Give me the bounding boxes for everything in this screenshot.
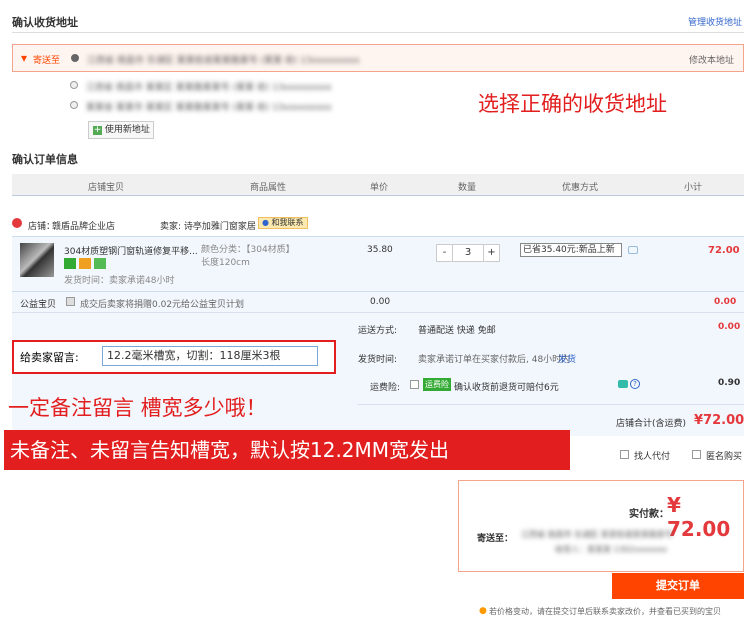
payment-send-to-label: 寄送至： [477,534,514,544]
address-hint: 选择正确的收货地址 [478,92,667,116]
note-hint: 一定备注留言 槽宽多少哦！ [8,396,267,420]
payment-receiver: 收货人：某某某 1302xxxxxxx [555,545,668,554]
address-radio-3[interactable] [70,101,78,109]
insurance-icon [94,258,107,269]
price-notice: 若价格变动，请在提交订单后联系卖家改价，并查看已买到的宝贝 [489,607,721,616]
address-section-title: 确认收货地址 [12,16,78,29]
price-notice-icon: ● [479,606,487,616]
unit-price: 35.80 [367,245,393,255]
charity-row: 公益宝贝 成交后卖家将捐赠0.02元给公益宝贝计划 0.00 0.00 [12,292,744,312]
insurance-checkbox[interactable] [410,380,419,389]
seller-label: 卖家: 诗亭加雅门窗家居 [160,222,256,232]
quantity-input[interactable]: 3 [453,245,483,261]
shop-label: 店铺： [28,222,56,232]
shipping-cost: 0.00 [718,322,741,332]
shop-bar: 店铺： 赣盾品牌企业店 卖家: 诗亭加雅门窗家居 ● 和我联系 [12,212,744,234]
col-subtotal: 小计 [684,183,703,193]
chat-icon: ● [262,218,269,227]
manage-address-link[interactable]: 管理收货地址 [688,15,742,28]
plus-icon: + [93,125,102,135]
insurance-badge: 运费险 [423,378,451,391]
address-radio-2[interactable] [70,81,78,89]
shop-total-value: ¥72.00 [694,413,745,428]
seven-day-return-icon [64,258,76,269]
discount-select[interactable]: 已省35.40元:新品上新 [520,243,622,257]
selected-address-row[interactable]: ▾ 寄送至 江西省 南昌市 东湖区 某某街道某某路某号 (某某 收) 13xxx… [12,44,744,72]
insurance-help-icon[interactable]: ? [630,379,640,389]
contact-seller-label: 和我联系 [271,218,304,227]
delivery-label: 发货时间: [358,355,398,365]
shop-total-divider [358,404,744,405]
product-thumbnail[interactable] [20,243,54,277]
warning-banner: 未备注、未留言告知槽宽，默认按12.2MM宽发出 [4,430,570,470]
anonymous-label: 匿名购买 [706,452,743,462]
insurance-label: 运费险: [370,383,401,393]
address-radio-1[interactable] [71,54,79,62]
item-subtotal: 72.00 [708,245,740,256]
quantity-stepper[interactable]: - 3 + [436,244,500,262]
card-pay-icon [79,258,92,269]
proxy-pay-label: 找人代付 [634,452,671,462]
order-item-row: 304材质塑钢门窗轨道修复平移... 发货时间：卖家承诺48小时 颜色分类：【3… [12,236,744,292]
proxy-pay-checkbox[interactable] [620,450,629,459]
col-quantity: 数量 [458,183,477,193]
col-shop-item: 店铺宝贝 [88,183,125,193]
insurance-chat-icon[interactable] [618,380,628,388]
discount-chat-icon[interactable] [628,246,638,254]
shipping-value: 普通配送 快递 免邮 [418,326,496,336]
delivery-link[interactable]: 发货 [558,352,576,365]
col-discount: 优惠方式 [562,183,599,193]
actual-pay-amount: ¥ 72.00 [667,493,731,541]
product-attributes: 颜色分类：【304材质】长度120cm [201,245,295,268]
use-new-address-button[interactable]: + 使用新地址 [88,121,154,139]
discount-select-value: 已省35.40元:新品上新 [523,245,615,255]
actual-pay-label: 实付款： [629,509,669,520]
ship-time: 发货时间：卖家承诺48小时 [64,276,175,286]
anonymous-checkbox[interactable] [692,450,701,459]
use-new-address-label: 使用新地址 [104,125,150,135]
insurance-text: 确认收货前退货可赔付6元 [454,383,559,393]
charity-checkbox[interactable] [66,297,75,306]
submit-order-button[interactable]: 提交订单 [612,573,744,599]
charity-price: 0.00 [370,297,391,307]
order-table-header: 店铺宝贝 商品属性 单价 数量 优惠方式 小计 [12,174,744,196]
payment-address: 江西省 南昌市 东湖区 某某街道某某路某号 [521,530,673,539]
col-attributes: 商品属性 [250,183,287,193]
quantity-minus-button[interactable]: - [437,245,453,261]
shipping-label: 运送方式: [358,326,398,336]
product-badge-icons [64,258,107,270]
address-text-2: 江西省 南昌市 某某区 某某路某某号 (某某 收) 13xxxxxxxxx [86,83,332,93]
charity-subtotal: 0.00 [714,297,737,307]
charity-label: 公益宝贝 [20,300,57,310]
shop-icon [12,218,22,228]
modify-address-link[interactable]: 修改本地址 [689,53,734,66]
address-divider [12,32,744,33]
address-text-3: 某某省 某某市 某某区 某某路某某号 (某某 收) 13xxxxxxxxx [86,103,332,113]
product-title-link[interactable]: 304材质塑钢门窗轨道修复平移... [64,244,198,257]
seller-message-label: 给卖家留言: [20,351,79,364]
shop-total-label: 店铺合计(含运费) [616,419,687,429]
order-section-title: 确认订单信息 [12,153,78,166]
location-pin-icon: ▾ [21,51,28,65]
delivery-value: 卖家承诺订单在买家付款后, 48小时内 [418,355,571,365]
seller-message-input[interactable]: 12.2毫米槽宽，切割：118厘米3根 [102,346,318,366]
address-text-1: 江西省 南昌市 东湖区 某某街道某某路某号 (某某 收) 13xxxxxxxxx [87,56,360,66]
shop-name-link[interactable]: 赣盾品牌企业店 [52,219,115,232]
contact-seller-button[interactable]: ● 和我联系 [258,217,308,229]
send-to-label: 寄送至 [33,56,61,66]
quantity-plus-button[interactable]: + [483,245,499,261]
insurance-cost: 0.90 [718,378,741,388]
charity-text: 成交后卖家将捐赠0.02元给公益宝贝计划 [80,300,245,310]
payment-summary: 实付款： ¥ 72.00 寄送至： 江西省 南昌市 东湖区 某某街道某某路某号 … [458,480,744,572]
col-price: 单价 [370,183,389,193]
